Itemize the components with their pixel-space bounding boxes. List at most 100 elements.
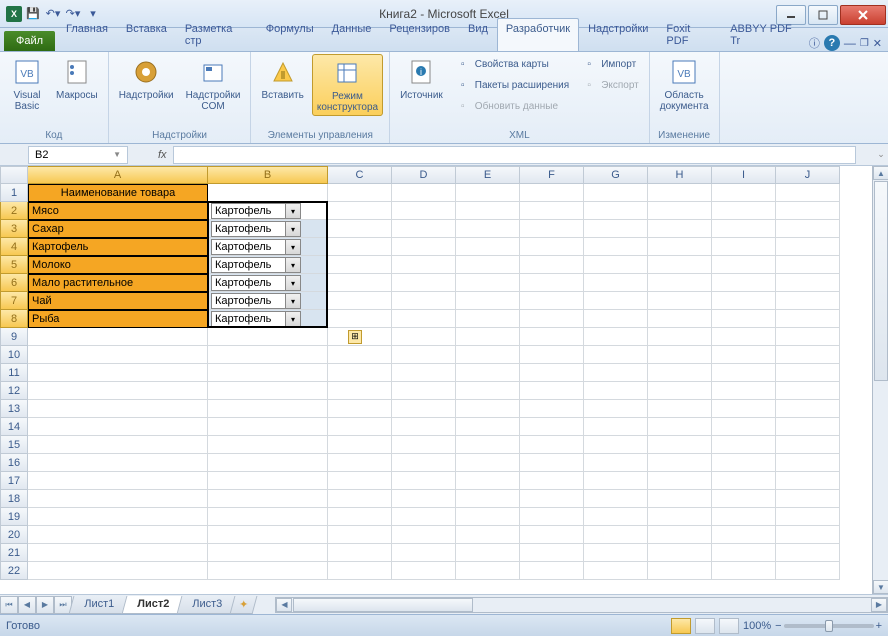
cell[interactable]: [392, 418, 456, 436]
tab-данные[interactable]: Данные: [323, 18, 381, 51]
row-header[interactable]: 15: [0, 436, 28, 454]
row-header[interactable]: 22: [0, 562, 28, 580]
cell[interactable]: [776, 508, 840, 526]
cell[interactable]: [456, 202, 520, 220]
cell[interactable]: [456, 310, 520, 328]
cell[interactable]: [776, 472, 840, 490]
cell[interactable]: [456, 220, 520, 238]
cell[interactable]: [520, 310, 584, 328]
cell[interactable]: [648, 220, 712, 238]
cell[interactable]: [712, 256, 776, 274]
cell[interactable]: [456, 364, 520, 382]
horizontal-scrollbar[interactable]: ◀ ▶: [275, 597, 888, 613]
cell[interactable]: [648, 274, 712, 292]
cell[interactable]: [776, 454, 840, 472]
cell[interactable]: [520, 508, 584, 526]
cell[interactable]: [584, 562, 648, 580]
autofill-options-icon[interactable]: ⊞: [348, 330, 362, 344]
cell[interactable]: [28, 418, 208, 436]
column-header[interactable]: H: [648, 166, 712, 184]
cell[interactable]: [328, 310, 392, 328]
cell[interactable]: [520, 220, 584, 238]
cell[interactable]: [208, 454, 328, 472]
cell[interactable]: [584, 274, 648, 292]
column-header[interactable]: D: [392, 166, 456, 184]
cell[interactable]: [648, 400, 712, 418]
cell[interactable]: [392, 202, 456, 220]
column-header[interactable]: F: [520, 166, 584, 184]
cell[interactable]: [208, 184, 328, 202]
cell[interactable]: [584, 346, 648, 364]
cell[interactable]: [520, 328, 584, 346]
cell[interactable]: [520, 346, 584, 364]
sheet-nav-prev-icon[interactable]: ◀: [18, 596, 36, 614]
ribbon-button[interactable]: Макросы: [52, 54, 102, 103]
cell[interactable]: [712, 202, 776, 220]
cell[interactable]: [648, 418, 712, 436]
cell[interactable]: [712, 328, 776, 346]
row-header[interactable]: 18: [0, 490, 28, 508]
tab-вид[interactable]: Вид: [459, 18, 497, 51]
scroll-down-icon[interactable]: ▼: [873, 580, 888, 594]
cell[interactable]: [208, 562, 328, 580]
cell[interactable]: [520, 400, 584, 418]
cell[interactable]: [520, 256, 584, 274]
ribbon-button[interactable]: iИсточник: [396, 54, 447, 103]
cell[interactable]: [28, 454, 208, 472]
cell[interactable]: [328, 508, 392, 526]
cell[interactable]: [584, 364, 648, 382]
cell[interactable]: [456, 274, 520, 292]
cell[interactable]: [584, 454, 648, 472]
cell[interactable]: [520, 184, 584, 202]
row-header[interactable]: 14: [0, 418, 28, 436]
cell[interactable]: [776, 400, 840, 418]
ribbon-small-button[interactable]: ▫Импорт: [577, 54, 643, 74]
cell[interactable]: [392, 220, 456, 238]
cell[interactable]: [28, 562, 208, 580]
item-cell[interactable]: Картофель: [28, 238, 208, 256]
cell[interactable]: [520, 202, 584, 220]
cell[interactable]: [584, 310, 648, 328]
cell[interactable]: [392, 400, 456, 418]
row-header[interactable]: 3: [0, 220, 28, 238]
cell[interactable]: [712, 238, 776, 256]
cell[interactable]: [328, 562, 392, 580]
column-header[interactable]: J: [776, 166, 840, 184]
cell[interactable]: [456, 328, 520, 346]
cell[interactable]: [648, 328, 712, 346]
cell[interactable]: [208, 436, 328, 454]
formula-input[interactable]: [173, 146, 856, 164]
cell[interactable]: [648, 256, 712, 274]
row-header[interactable]: 4: [0, 238, 28, 256]
vertical-scrollbar[interactable]: ▲ ▼: [872, 166, 888, 594]
cell[interactable]: [208, 490, 328, 508]
cell[interactable]: [208, 418, 328, 436]
hscroll-thumb[interactable]: [293, 598, 473, 612]
cell[interactable]: [28, 526, 208, 544]
tab-вставка[interactable]: Вставка: [117, 18, 176, 51]
cell[interactable]: [648, 454, 712, 472]
cell[interactable]: [328, 400, 392, 418]
view-normal-button[interactable]: [671, 618, 691, 634]
cell[interactable]: [648, 202, 712, 220]
cell[interactable]: [328, 418, 392, 436]
cell[interactable]: [584, 256, 648, 274]
cell[interactable]: [648, 490, 712, 508]
doc-close-icon[interactable]: ✕: [873, 37, 882, 50]
tab-foxit pdf[interactable]: Foxit PDF: [657, 18, 721, 51]
sheet-nav-next-icon[interactable]: ▶: [36, 596, 54, 614]
ribbon-button[interactable]: Режим конструктора: [312, 54, 383, 116]
row-header[interactable]: 8: [0, 310, 28, 328]
row-header[interactable]: 20: [0, 526, 28, 544]
tab-рецензиров[interactable]: Рецензиров: [380, 18, 459, 51]
cell[interactable]: [712, 544, 776, 562]
item-cell[interactable]: Мало растительное: [28, 274, 208, 292]
cell[interactable]: [208, 400, 328, 418]
view-layout-button[interactable]: [695, 618, 715, 634]
ribbon-button[interactable]: VBОбласть документа: [656, 54, 713, 114]
cell[interactable]: [584, 202, 648, 220]
cell[interactable]: [456, 292, 520, 310]
cell[interactable]: [776, 238, 840, 256]
cell[interactable]: [648, 238, 712, 256]
cell[interactable]: [328, 346, 392, 364]
